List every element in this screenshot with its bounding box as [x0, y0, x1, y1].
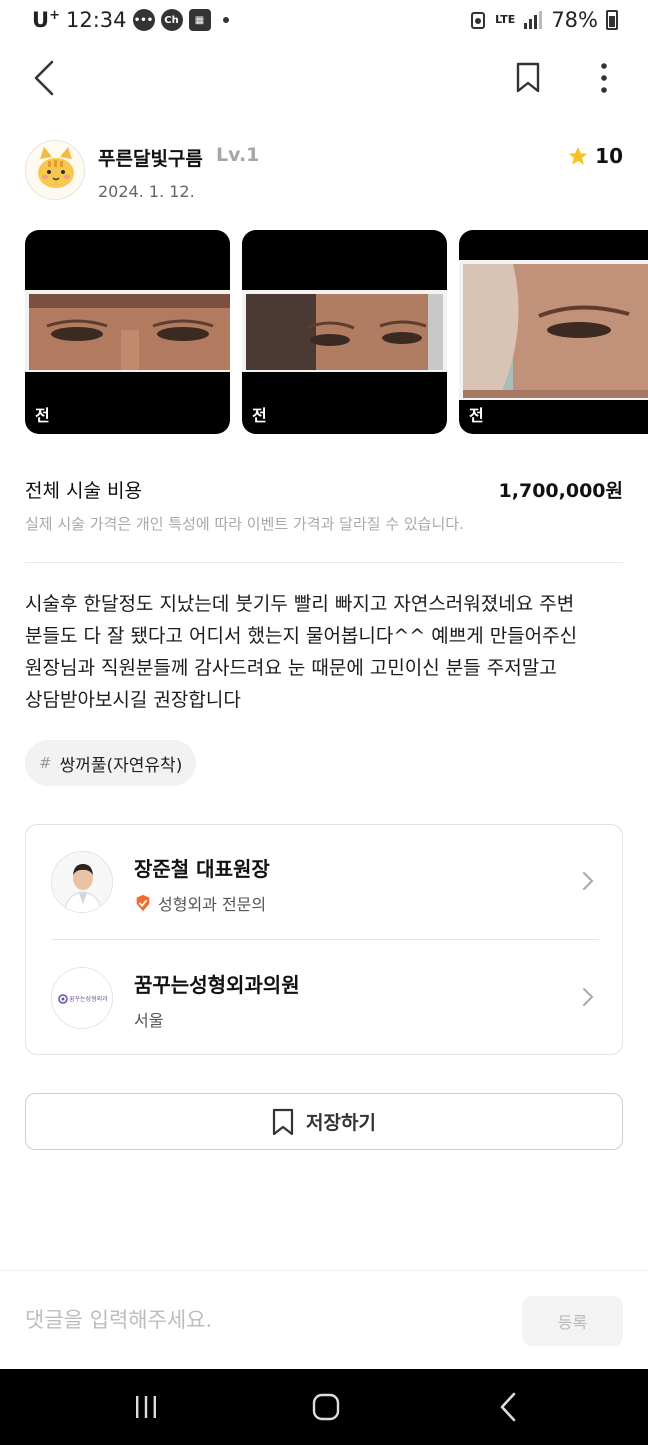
hospital-logo-text: 꿈꾸는성형외과: [69, 995, 108, 1003]
back-button[interactable]: [24, 58, 64, 98]
hash-icon: #: [39, 754, 52, 772]
chevron-right-icon: [583, 988, 594, 1006]
back-arrow-icon: [34, 60, 54, 96]
star-icon: [568, 146, 588, 165]
section-divider: [25, 562, 623, 563]
bookmark-icon: [516, 62, 540, 93]
home-icon: [312, 1393, 340, 1421]
review-line: 시술후 한달정도 지났는데 붓기두 빨리 빠지고 자연스러워졌네요 주변: [25, 593, 575, 615]
review-photo[interactable]: 전: [25, 230, 230, 434]
more-options-button[interactable]: [584, 58, 624, 98]
review-photo[interactable]: 전: [242, 230, 447, 434]
author-name[interactable]: 푸른달빛구름: [98, 144, 203, 171]
hospital-name: 꿈꾸는성형외과의원: [134, 973, 300, 997]
save-button[interactable]: 저장하기: [25, 1093, 623, 1150]
status-bar: U+ 12:34 ••• Ch ▦ LTE 78%: [0, 0, 648, 44]
before-photo-image: [242, 290, 447, 372]
review-line: 상담받아보시길 권장합니다: [25, 689, 241, 711]
review-date: 2024. 1. 12.: [98, 182, 195, 201]
photo-carousel[interactable]: 전 전 전: [25, 230, 648, 435]
tag-label: 쌍꺼풀(자연유착): [59, 755, 183, 776]
review-line: 분들도 다 잘 됐다고 어디서 했는지 물어봅니다^^ 예쁘게 만들어주신: [25, 625, 578, 647]
photo-label: 전: [469, 406, 484, 425]
photo-label: 전: [35, 406, 50, 425]
recent-apps-button[interactable]: [116, 1387, 176, 1427]
submit-comment-button[interactable]: 등록: [522, 1296, 623, 1346]
recent-apps-icon: [136, 1396, 156, 1418]
verified-badge-icon: [136, 894, 150, 912]
home-button[interactable]: [296, 1387, 356, 1427]
doctor-name: 장준철 대표원장: [134, 857, 270, 881]
review-line: 원장님과 직원분들께 감사드려요 눈 때문에 고민이신 분들 주저말고: [25, 657, 557, 679]
status-time: 12:34: [65, 8, 127, 32]
carrier-plus: +: [49, 8, 60, 23]
specialty-label: 성형외과 전문의: [158, 895, 267, 914]
review-text: 시술후 한달정도 지났는데 붓기두 빨리 빠지고 자연스러워졌네요 주변 분들도…: [25, 588, 625, 716]
chat-notification-icon: •••: [132, 9, 155, 31]
location-label: 서울: [134, 1011, 164, 1030]
hospital-logo: 꿈꾸는성형외과: [51, 967, 113, 1029]
author-avatar[interactable]: [25, 140, 85, 200]
procedure-tag[interactable]: # 쌍꺼풀(자연유착): [25, 740, 197, 786]
rating-value: 10: [595, 144, 623, 168]
review-rating: 10: [567, 144, 623, 168]
battery-percent: 78%: [551, 8, 598, 32]
doctor-avatar: [51, 851, 113, 913]
hospital-logo-image: 꿈꾸는성형외과: [52, 968, 112, 1028]
save-button-label: 저장하기: [306, 1112, 376, 1134]
status-left: U+ 12:34 ••• Ch ▦: [32, 8, 229, 32]
review-photo[interactable]: 전: [459, 230, 648, 434]
more-notifications-dot-icon: [222, 17, 229, 23]
comment-bar: 등록: [0, 1270, 648, 1369]
cat-avatar-icon: [38, 147, 74, 188]
doctor-hospital-card: 장준철 대표원장 성형외과 전문의 꿈꾸는성형외과 꿈꾸는성형외과의원 서울: [25, 824, 623, 1055]
more-vertical-icon: [601, 63, 607, 93]
system-navigation-bar: [0, 1369, 648, 1445]
signal-icon: [524, 11, 543, 29]
nav-back-button[interactable]: [478, 1387, 538, 1427]
bookmark-icon: [272, 1108, 294, 1135]
recycle-icon: [471, 12, 486, 29]
gallery-notification-icon: ▦: [188, 9, 211, 31]
author-level-badge: Lv.1: [216, 144, 260, 166]
total-cost-value: 1,700,000원: [498, 480, 623, 502]
nav-back-icon: [500, 1392, 516, 1422]
before-photo-image: [25, 290, 230, 372]
card-divider: [51, 939, 599, 940]
hospital-row[interactable]: 꿈꾸는성형외과 꿈꾸는성형외과의원 서울: [26, 941, 622, 1055]
review-author: 푸른달빛구름 Lv.1 2024. 1. 12. 10: [25, 140, 623, 204]
battery-icon: [606, 10, 618, 30]
price-disclaimer: 실제 시술 가격은 개인 특성에 따라 이벤트 가격과 달라질 수 있습니다.: [25, 515, 464, 533]
ch-notification-icon: Ch: [160, 9, 183, 31]
carrier-label: U+: [32, 8, 60, 32]
bookmark-button[interactable]: [508, 58, 548, 98]
network-type: LTE: [495, 13, 516, 26]
photo-label: 전: [252, 406, 267, 425]
doctor-row[interactable]: 장준철 대표원장 성형외과 전문의: [26, 825, 622, 939]
total-cost-label: 전체 시술 비용: [25, 480, 142, 502]
chevron-right-icon: [583, 872, 594, 890]
doctor-photo-image: [52, 852, 112, 912]
app-bar: [0, 50, 648, 106]
comment-input[interactable]: [25, 1303, 485, 1337]
carrier-text: U: [32, 8, 50, 32]
before-photo-image: [459, 260, 648, 400]
status-right: LTE 78%: [469, 8, 618, 32]
hospital-location: 서울: [134, 1007, 163, 1031]
doctor-specialty: 성형외과 전문의: [134, 891, 266, 915]
